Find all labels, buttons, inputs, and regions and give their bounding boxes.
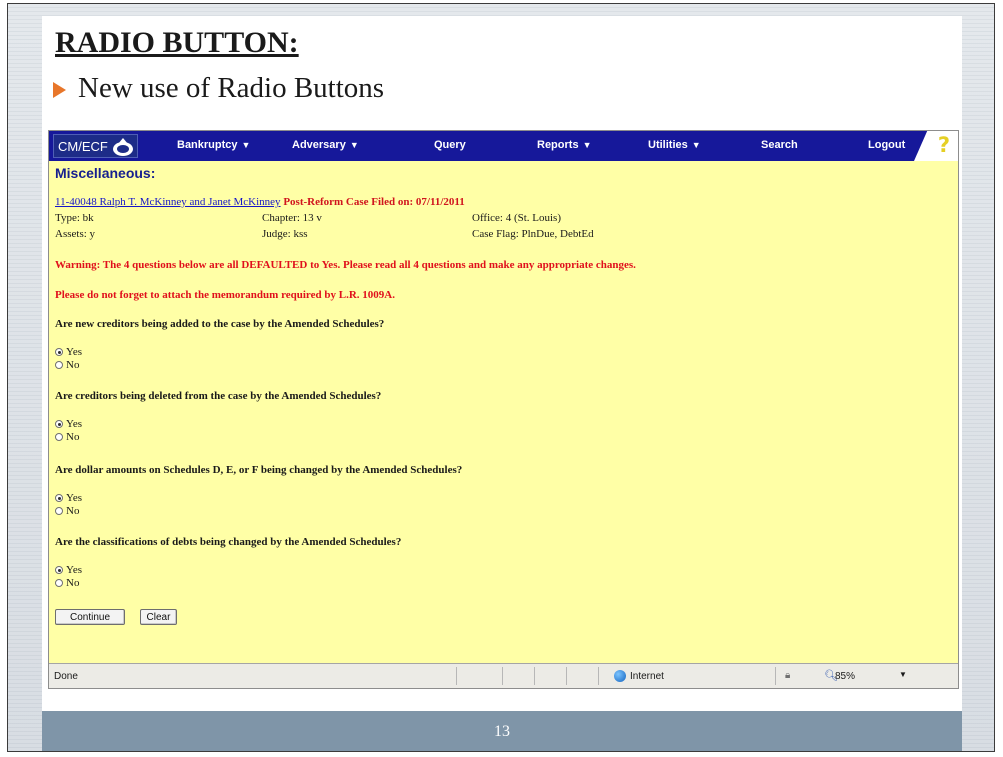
security-zone: Internet bbox=[630, 671, 664, 682]
browser-window: CM/ECF Bankruptcy ▼ Adversary ▼ Query Repo… bbox=[48, 130, 959, 689]
menu-utilities[interactable]: Utilities ▼ bbox=[648, 139, 701, 151]
slide-bullet: New use of Radio Buttons bbox=[53, 72, 384, 105]
logo-text: CM/ECF bbox=[58, 138, 108, 154]
status-divider bbox=[566, 667, 567, 685]
menubar: CM/ECF Bankruptcy ▼ Adversary ▼ Query Repo… bbox=[49, 131, 958, 161]
help-corner bbox=[914, 131, 958, 161]
slide-footer: 13 bbox=[42, 711, 962, 751]
cmecf-logo[interactable]: CM/ECF bbox=[53, 134, 138, 158]
warning-message: Warning: The 4 questions below are all D… bbox=[55, 259, 636, 271]
status-divider bbox=[598, 667, 599, 685]
continue-button[interactable]: Continue bbox=[55, 609, 125, 625]
slide-title: RADIO BUTTON: bbox=[55, 26, 299, 59]
menu-logout[interactable]: Logout bbox=[868, 139, 905, 151]
menu-query[interactable]: Query bbox=[434, 139, 466, 151]
radio-new-creditors-yes[interactable]: Yes bbox=[55, 346, 82, 358]
radio-unchecked-icon[interactable] bbox=[55, 361, 63, 369]
status-divider bbox=[534, 667, 535, 685]
radio-checked-icon[interactable] bbox=[55, 566, 63, 574]
case-office: Office: 4 (St. Louis) bbox=[472, 212, 562, 224]
chevron-down-icon: ▼ bbox=[349, 140, 359, 150]
radio-checked-icon[interactable] bbox=[55, 348, 63, 356]
case-link[interactable]: 11-40048 Ralph T. McKinney and Janet McK… bbox=[55, 196, 281, 208]
case-assets: Assets: y bbox=[55, 228, 96, 240]
seal-icon bbox=[113, 138, 133, 156]
menu-search[interactable]: Search bbox=[761, 139, 798, 151]
status-divider bbox=[456, 667, 457, 685]
radio-unchecked-icon[interactable] bbox=[55, 507, 63, 515]
radio-deleted-creditors-no[interactable]: No bbox=[55, 431, 79, 443]
case-chapter: Chapter: 13 v bbox=[262, 212, 322, 224]
case-line: 11-40048 Ralph T. McKinney and Janet McK… bbox=[55, 196, 465, 208]
question-debt-classifications: Are the classifications of debts being c… bbox=[55, 536, 402, 548]
protected-mode-icon[interactable]: 🔒︎ bbox=[785, 670, 790, 681]
help-icon[interactable]: ? bbox=[938, 133, 950, 157]
clear-button[interactable]: Clear bbox=[140, 609, 177, 625]
chevron-down-icon: ▼ bbox=[691, 140, 701, 150]
radio-dollar-amounts-yes[interactable]: Yes bbox=[55, 492, 82, 504]
radio-debt-classifications-no[interactable]: No bbox=[55, 577, 79, 589]
menu-bankruptcy[interactable]: Bankruptcy ▼ bbox=[177, 139, 250, 151]
memorandum-warning: Please do not forget to attach the memor… bbox=[55, 289, 395, 301]
slide-bullet-text: New use of Radio Buttons bbox=[78, 72, 385, 104]
status-bar: Done Internet 🔒︎ 🔍︎ 85% ▼ bbox=[49, 663, 958, 688]
zoom-level[interactable]: 85% bbox=[835, 671, 855, 682]
chevron-down-icon[interactable]: ▼ bbox=[899, 670, 907, 679]
radio-unchecked-icon[interactable] bbox=[55, 579, 63, 587]
status-divider bbox=[775, 667, 776, 685]
radio-new-creditors-no[interactable]: No bbox=[55, 359, 79, 371]
globe-icon bbox=[614, 670, 626, 682]
chevron-down-icon: ▼ bbox=[582, 140, 592, 150]
radio-dollar-amounts-no[interactable]: No bbox=[55, 505, 79, 517]
case-judge: Judge: kss bbox=[262, 228, 308, 240]
status-divider bbox=[502, 667, 503, 685]
menu-adversary[interactable]: Adversary ▼ bbox=[292, 139, 359, 151]
radio-unchecked-icon[interactable] bbox=[55, 433, 63, 441]
question-new-creditors: Are new creditors being added to the cas… bbox=[55, 318, 385, 330]
page-heading: Miscellaneous: bbox=[55, 165, 156, 181]
status-text: Done bbox=[54, 671, 78, 682]
slide-page-number: 13 bbox=[494, 723, 510, 740]
radio-debt-classifications-yes[interactable]: Yes bbox=[55, 564, 82, 576]
menu-reports[interactable]: Reports ▼ bbox=[537, 139, 591, 151]
radio-checked-icon[interactable] bbox=[55, 494, 63, 502]
radio-checked-icon[interactable] bbox=[55, 420, 63, 428]
case-flag: Case Flag: PlnDue, DebtEd bbox=[472, 228, 594, 240]
case-filed-tag: Post-Reform Case Filed on: 07/11/2011 bbox=[283, 196, 465, 208]
chevron-down-icon: ▼ bbox=[241, 140, 251, 150]
arrow-bullet-icon bbox=[53, 81, 66, 98]
question-dollar-amounts: Are dollar amounts on Schedules D, E, or… bbox=[55, 464, 463, 476]
radio-deleted-creditors-yes[interactable]: Yes bbox=[55, 418, 82, 430]
case-type: Type: bk bbox=[55, 212, 94, 224]
question-deleted-creditors: Are creditors being deleted from the cas… bbox=[55, 390, 382, 402]
